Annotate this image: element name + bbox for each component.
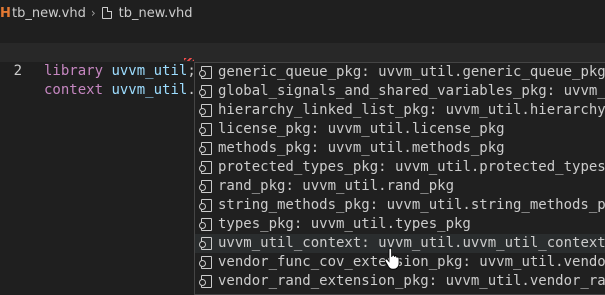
suggestion-item[interactable]: string_methods_pkg : uvvm_util.string_me…	[195, 196, 605, 215]
breadcrumb-file[interactable]: tb_new.vhd	[12, 6, 86, 21]
identifier-token: uvvm_util	[111, 82, 188, 98]
error-squiggle	[184, 58, 194, 61]
suggestion-item[interactable]: global_signals_and_shared_variables_pkg …	[195, 82, 605, 101]
suggestion-item[interactable]: methods_pkg : uvvm_util.methods_pkg	[195, 139, 605, 158]
suggestion-label: uvvm_util_context	[218, 235, 362, 251]
breadcrumb: H tb_new.vhd › tb_new.vhd	[0, 0, 605, 26]
suggestion-item[interactable]: rand_pkg : uvvm_util.rand_pkg	[195, 177, 605, 196]
suggestion-label: generic_queue_pkg	[218, 64, 362, 80]
document-icon	[101, 7, 112, 19]
suggestion-detail: : uvvm_util.types_pkg	[293, 216, 471, 232]
chevron-right-icon: ›	[90, 6, 96, 20]
file-symbol-icon	[199, 275, 212, 288]
keyword-token: library	[44, 63, 104, 79]
suggestion-detail: : uvvm_util.generic_queue_pkg	[361, 64, 605, 80]
vhdl-file-icon: H	[0, 5, 11, 21]
identifier-token: uvvm_util	[111, 63, 188, 79]
file-symbol-icon	[199, 237, 212, 250]
suggestion-label: hierarchy_linked_list_pkg	[218, 102, 429, 118]
suggestion-item[interactable]: vendor_rand_extension_pkg : uvvm_util.ve…	[195, 272, 605, 291]
suggestion-label: license_pkg	[218, 121, 311, 137]
suggestion-label: types_pkg	[218, 216, 294, 232]
suggestion-item[interactable]: protected_types_pkg : uvvm_util.protecte…	[195, 158, 605, 177]
suggestion-label: string_methods_pkg	[218, 197, 370, 213]
file-symbol-icon	[199, 104, 212, 117]
suggestion-item[interactable]: types_pkg : uvvm_util.types_pkg	[195, 215, 605, 234]
code-editor[interactable]: 1 library uvvm_util; 2 context uvvm_util…	[0, 24, 605, 98]
suggestion-detail: : uvvm_util.uvvm_util_context	[361, 235, 605, 251]
suggestion-detail: : uvvm_util.vendor_func_cov_extension_pk…	[462, 254, 605, 270]
suggestion-label: rand_pkg	[218, 178, 286, 194]
suggestion-item[interactable]: license_pkg : uvvm_util.license_pkg	[195, 120, 605, 139]
suggestion-widget[interactable]: generic_queue_pkg : uvvm_util.generic_qu…	[194, 62, 605, 295]
file-symbol-icon	[199, 180, 212, 193]
file-symbol-icon	[199, 256, 212, 269]
suggestion-item[interactable]: hierarchy_linked_list_pkg : uvvm_util.hi…	[195, 101, 605, 120]
code-line-current[interactable]: 2 context uvvm_util.	[0, 43, 605, 98]
suggestion-label: vendor_rand_extension_pkg	[218, 273, 429, 289]
suggestion-label: protected_types_pkg	[218, 159, 379, 175]
file-symbol-icon	[199, 85, 212, 98]
suggestion-detail: : uvvm_util.protected_types_pkg	[378, 159, 605, 175]
file-symbol-icon	[199, 161, 212, 174]
keyword-token: context	[44, 82, 104, 98]
file-symbol-icon	[199, 199, 212, 212]
line-number: 2	[13, 63, 22, 79]
suggestion-detail: : uvvm_util.vendor_rand_extension_pkg	[428, 273, 605, 289]
code-text[interactable]: library uvvm_util;	[44, 62, 196, 81]
file-symbol-icon	[199, 218, 212, 231]
suggestion-label: methods_pkg	[218, 140, 311, 156]
suggestion-item[interactable]: vendor_func_cov_extension_pkg : uvvm_uti…	[195, 253, 605, 272]
suggestion-detail: : uvvm_util.global_signals_and_shared_va…	[546, 83, 605, 99]
suggestion-detail: : uvvm_util.hierarchy_linked_list_pkg	[428, 102, 605, 118]
file-symbol-icon	[199, 66, 212, 79]
suggestion-detail: : uvvm_util.methods_pkg	[310, 140, 505, 156]
suggestion-detail: : uvvm_util.license_pkg	[310, 121, 505, 137]
code-text[interactable]: context uvvm_util.	[44, 81, 196, 100]
file-symbol-icon	[199, 123, 212, 136]
breadcrumb-current[interactable]: tb_new.vhd	[119, 6, 193, 21]
suggestion-label: global_signals_and_shared_variables_pkg	[218, 83, 547, 99]
suggestion-label: vendor_func_cov_extension_pkg	[218, 254, 463, 270]
suggestion-detail: : uvvm_util.string_methods_pkg	[369, 197, 605, 213]
code-line[interactable]: 1 library uvvm_util;	[0, 24, 605, 79]
suggestion-item[interactable]: generic_queue_pkg : uvvm_util.generic_qu…	[195, 63, 605, 82]
suggestion-item[interactable]: uvvm_util_context : uvvm_util.uvvm_util_…	[195, 234, 605, 253]
suggestion-detail: : uvvm_util.rand_pkg	[285, 178, 455, 194]
file-symbol-icon	[199, 142, 212, 155]
